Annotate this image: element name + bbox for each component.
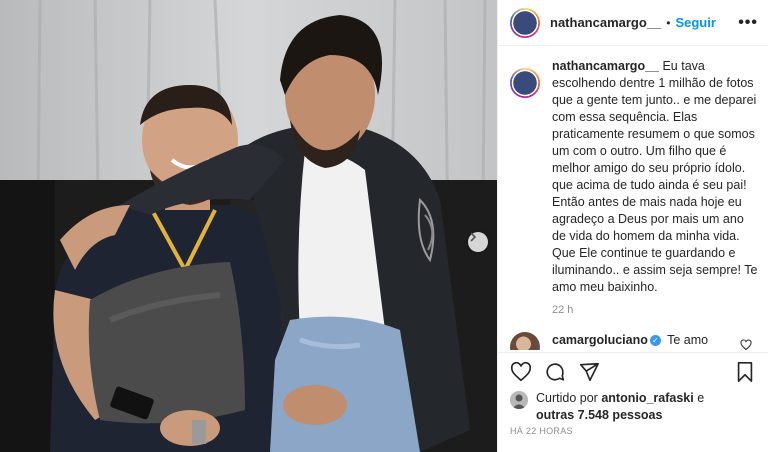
commenter-username[interactable]: camargoluciano: [552, 333, 648, 347]
likes-connector: e: [697, 391, 705, 405]
post-header: nathancamargo__ • Seguir •••: [498, 0, 768, 46]
heart-icon: [510, 361, 532, 381]
comment-icon: [546, 362, 565, 381]
caption-username[interactable]: nathancamargo__: [552, 59, 659, 73]
next-photo-button[interactable]: [468, 232, 488, 252]
like-button[interactable]: [510, 361, 532, 383]
likes-count[interactable]: outras 7.548 pessoas: [536, 408, 662, 422]
likes-prefix: Curtido por: [536, 391, 598, 405]
save-button[interactable]: [734, 361, 756, 383]
comment-item: camargoluciano✓ Te amo filhão!!!! Vem lo…: [510, 332, 758, 350]
caption-text: Eu tava escolhendo dentre 1 milhão de fo…: [552, 59, 758, 294]
post-side-panel: nathancamargo__ • Seguir ••• nathancamar…: [497, 0, 768, 452]
share-icon: [579, 362, 599, 381]
liker-username[interactable]: antonio_rafaski: [601, 391, 693, 405]
share-button[interactable]: [578, 361, 600, 383]
post-timestamp[interactable]: HÁ 22 HORAS: [510, 426, 573, 436]
photo-illustration: [0, 0, 497, 452]
likes-summary: Curtido por antonio_rafaski e outras 7.5…: [510, 390, 704, 424]
more-options-button[interactable]: •••: [738, 14, 758, 32]
action-bar: [498, 352, 768, 390]
chevron-right-icon: [470, 232, 477, 242]
comments-area[interactable]: nathancamargo__ Eu tava escolhendo dentr…: [510, 58, 758, 350]
comment-like-icon[interactable]: [740, 338, 752, 350]
caption-avatar[interactable]: [510, 68, 540, 98]
commenter-avatar[interactable]: [510, 332, 540, 350]
bookmark-icon: [737, 361, 753, 382]
post-photo[interactable]: [0, 0, 497, 452]
header-separator: •: [666, 15, 671, 30]
author-avatar[interactable]: [510, 7, 540, 38]
follow-button[interactable]: Seguir: [675, 15, 715, 30]
caption: nathancamargo__ Eu tava escolhendo dentr…: [510, 58, 758, 296]
caption-time[interactable]: 22 h: [552, 304, 758, 316]
verified-badge-icon: ✓: [649, 335, 661, 346]
author-username[interactable]: nathancamargo__: [550, 15, 661, 30]
liker-avatar[interactable]: [510, 391, 528, 409]
comment-button[interactable]: [544, 361, 566, 383]
